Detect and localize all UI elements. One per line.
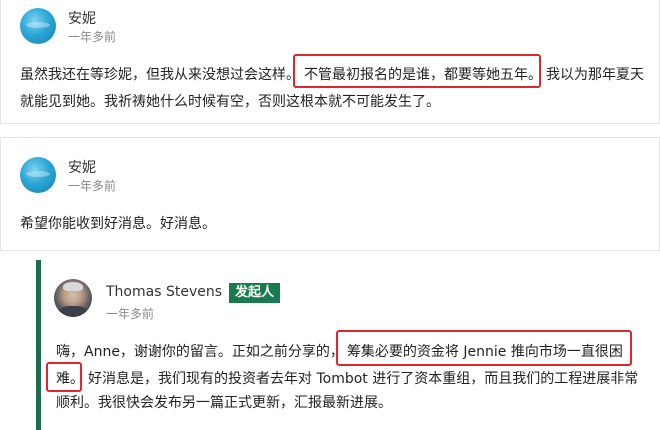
creator-badge: 发起人: [229, 283, 281, 303]
comment-time[interactable]: 一年多前: [106, 305, 154, 322]
comment-author[interactable]: Thomas Stevens: [106, 284, 222, 300]
comment-author[interactable]: 安妮: [68, 157, 96, 177]
comment-time[interactable]: 一年多前: [68, 28, 116, 45]
comment-text-line: 希望你能收到好消息。好消息。: [20, 216, 216, 232]
highlighted-text: 难。: [56, 371, 84, 387]
avatar[interactable]: [20, 157, 56, 193]
comment-text: 虽然我还在等珍妮，但我从来没想过会这样。: [20, 67, 300, 83]
comment-text: 我以为那年夏天: [546, 67, 644, 83]
highlighted-text: 筹集必要的资金将 Jennie 推向市场一直很困: [346, 344, 623, 360]
comment-text-line: 就能见到她。我祈祷她什么时候有空，否则这根本就不可能发生了。: [20, 94, 440, 110]
comment-text-line: 顺利。我很快会发布另一篇正式更新，汇报最新进展。: [56, 395, 392, 411]
highlighted-text: 不管最初报名的是谁，都要等她五年。: [304, 67, 542, 83]
comment-text-line: 难。 好消息是，我们现有的投资者去年对 Tombot 进行了资本重组，而且我们的工…: [56, 368, 638, 388]
comment-time[interactable]: 一年多前: [68, 177, 116, 194]
comment-text-line: 虽然我还在等珍妮，但我从来没想过会这样。 不管最初报名的是谁，都要等她五年。 我以为…: [20, 64, 644, 84]
avatar[interactable]: [20, 8, 56, 44]
comment-author[interactable]: 安妮: [68, 8, 96, 28]
comment-text: 嗨，Anne，谢谢你的留言。正如之前分享的，: [56, 344, 344, 360]
avatar[interactable]: [54, 279, 92, 317]
comment-card: [0, 137, 660, 251]
comment-text-line: 嗨，Anne，谢谢你的留言。正如之前分享的， 筹集必要的资金将 Jennie 推向…: [56, 341, 623, 361]
comment-text: 好消息是，我们现有的投资者去年对 Tombot 进行了资本重组，而且我们的工程进…: [88, 371, 639, 387]
